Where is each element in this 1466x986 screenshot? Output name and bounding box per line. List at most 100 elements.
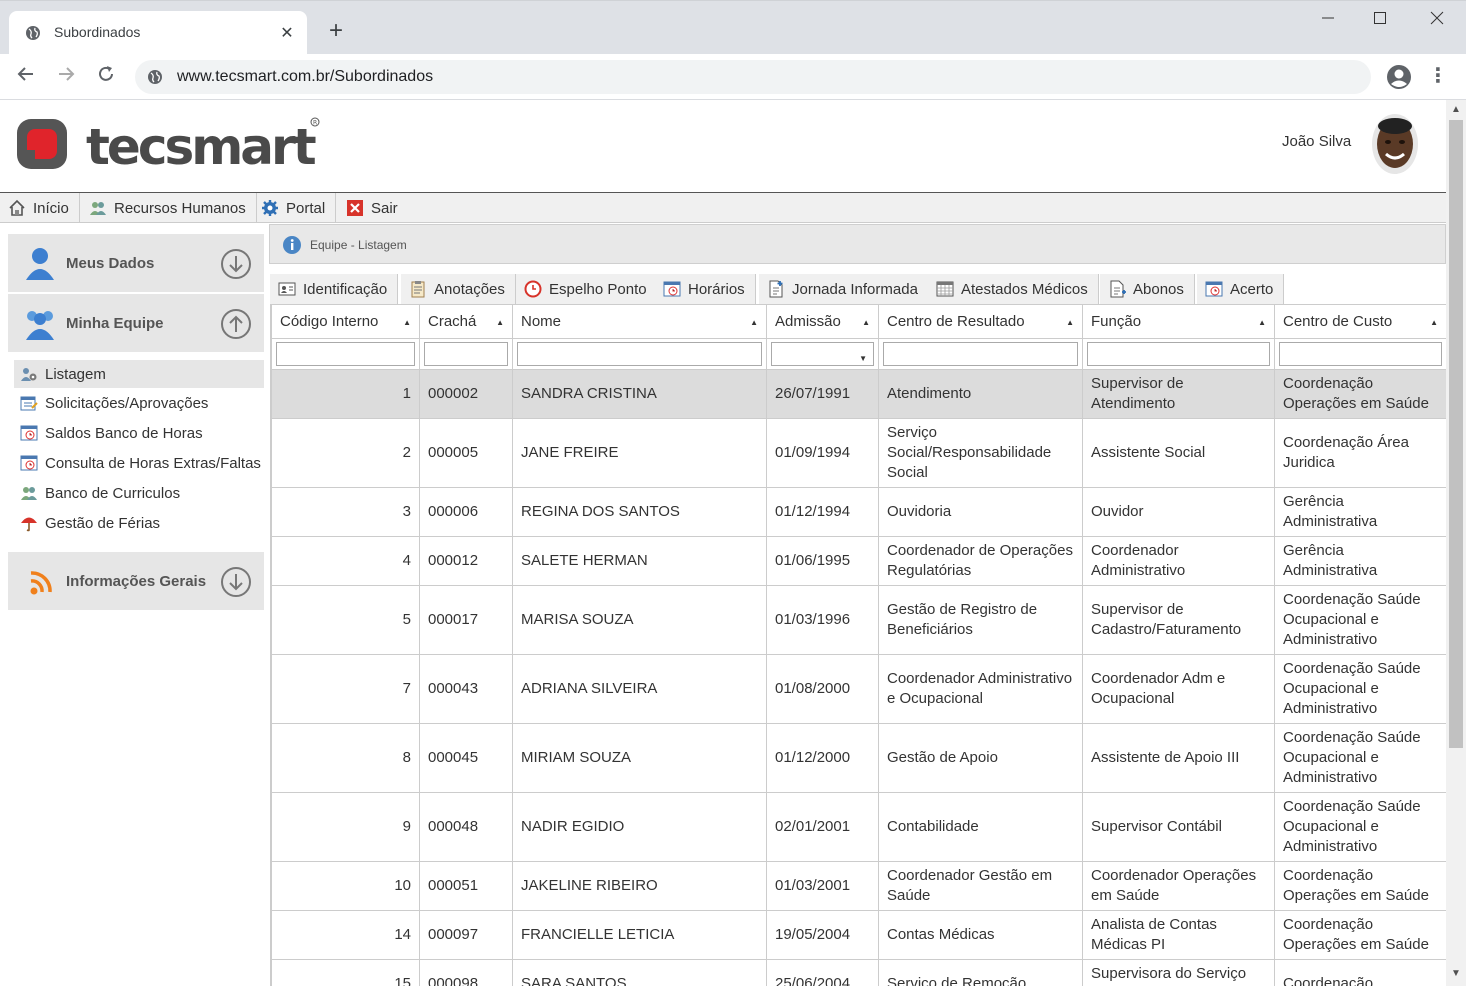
column-header-centro-custo[interactable]: Centro de Custo ▲ (1274, 304, 1446, 339)
filter-centro-custo-input[interactable] (1279, 342, 1442, 366)
table-row[interactable]: 7 000043 ADRIANA SILVEIRA 01/08/2000 Coorden… (271, 654, 1446, 724)
cell-codigo-interno: 3 (271, 487, 420, 537)
accordion-informacoes-gerais[interactable]: Informações Gerais (8, 552, 264, 610)
sidebar-item-saldos-banco-horas[interactable]: Saldos Banco de Horas (8, 418, 264, 448)
sidebar-item-listagem[interactable]: Listagem (14, 360, 264, 388)
column-header-nome[interactable]: Nome ▲ (512, 304, 767, 339)
espelho-ponto-button[interactable]: Espelho Ponto (516, 274, 658, 304)
sort-asc-icon[interactable]: ▲ (496, 318, 504, 327)
anotacoes-button[interactable]: Anotações (401, 274, 516, 304)
table-row[interactable]: 8 000045 MIRIAM SOUZA 01/12/2000 Gestão de A… (271, 723, 1446, 793)
filter-cell (271, 338, 420, 370)
column-header-label: Nome (521, 313, 562, 330)
forward-arrow-icon[interactable] (53, 64, 79, 90)
url-text: www.tecsmart.com.br/Subordinados (177, 68, 434, 85)
sort-asc-icon[interactable]: ▲ (1066, 318, 1074, 327)
scroll-up-icon[interactable]: ▲ (1451, 104, 1461, 115)
calendar-edit-icon (20, 396, 38, 411)
filter-cracha-input[interactable] (424, 342, 508, 366)
tab-close-icon[interactable]: ✕ (277, 23, 297, 43)
arrow-down-circle-icon[interactable] (220, 566, 252, 598)
filter-funcao-input[interactable] (1087, 342, 1270, 366)
browser-tab[interactable]: Subordinados ✕ (9, 11, 307, 55)
sidebar-item-gestao-ferias[interactable]: Gestão de Férias (8, 508, 264, 538)
sort-asc-icon[interactable]: ▲ (1430, 318, 1438, 327)
table-row[interactable]: 3 000006 REGINA DOS SANTOS 01/12/1994 Ouvido… (271, 487, 1446, 537)
atestados-medicos-button[interactable]: Atestados Médicos (928, 274, 1099, 304)
sort-asc-icon[interactable]: ▲ (403, 318, 411, 327)
cell-funcao: Coordenador Operações em Saúde (1082, 861, 1275, 911)
sort-asc-icon[interactable]: ▲ (1258, 318, 1266, 327)
menu-portal[interactable]: Portal (253, 193, 337, 223)
accordion-minha-equipe[interactable]: Minha Equipe (8, 294, 264, 352)
filter-cell: ▼ (766, 338, 879, 370)
column-header-centro-resultado[interactable]: Centro de Resultado ▲ (878, 304, 1083, 339)
window-minimize-button[interactable] (1316, 11, 1340, 31)
new-tab-button[interactable]: + (323, 19, 349, 43)
cell-centro-resultado: Coordenador de Operações Regulatórias (878, 536, 1083, 586)
table-row[interactable]: 5 000017 MARISA SOUZA 01/03/1996 Gestão de R… (271, 585, 1446, 655)
cell-nome: MARISA SOUZA (512, 585, 767, 655)
page-scrollbar[interactable]: ▲ ▼ (1446, 100, 1466, 986)
arrow-down-circle-icon[interactable] (220, 248, 252, 280)
column-header-cracha[interactable]: Crachá ▲ (419, 304, 513, 339)
menu-recursos-humanos[interactable]: Recursos Humanos (81, 193, 257, 223)
reload-icon[interactable] (93, 64, 119, 90)
cell-centro-custo: Gerência Administrativa (1274, 536, 1446, 586)
cell-codigo-interno: 7 (271, 654, 420, 724)
sidebar-item-consulta-horas[interactable]: Consulta de Horas Extras/Faltas (8, 448, 264, 478)
window-close-button[interactable] (1425, 11, 1449, 31)
user-avatar[interactable] (1372, 114, 1418, 174)
acerto-button[interactable]: Acerto (1197, 274, 1285, 304)
cell-centro-custo: Coordenação (1274, 959, 1446, 986)
filter-centro-resultado-input[interactable] (883, 342, 1078, 366)
back-arrow-icon[interactable] (13, 64, 39, 90)
cell-admissao: 01/08/2000 (766, 654, 879, 724)
browser-toolbar: www.tecsmart.com.br/Subordinados ⋮ (0, 54, 1466, 100)
identificacao-button[interactable]: Identificação (270, 274, 399, 304)
sort-asc-icon[interactable]: ▲ (862, 318, 870, 327)
filter-codigo-interno-input[interactable] (276, 342, 415, 366)
table-row[interactable]: 4 000012 SALETE HERMAN 01/06/1995 Coordenado… (271, 536, 1446, 586)
kebab-menu-icon[interactable]: ⋮ (1428, 64, 1448, 90)
sidebar-item-label: Gestão de Férias (45, 514, 161, 532)
table-row[interactable]: 9 000048 NADIR EGIDIO 02/01/2001 Contabilida… (271, 792, 1446, 862)
people-icon (21, 487, 37, 500)
filter-nome-input[interactable] (517, 342, 762, 366)
sidebar-item-banco-curriculos[interactable]: Banco de Curriculos (8, 478, 264, 508)
site-info-icon[interactable] (147, 69, 163, 85)
column-header-admissao[interactable]: Admissão ▲ (766, 304, 879, 339)
scrollbar-thumb[interactable] (1449, 120, 1463, 748)
column-header-funcao[interactable]: Função ▲ (1082, 304, 1275, 339)
cell-codigo-interno: 9 (271, 792, 420, 862)
column-header-codigo-interno[interactable]: Código Interno ▲ (271, 304, 420, 339)
filter-cell (878, 338, 1083, 370)
chevron-down-icon[interactable]: ▼ (859, 349, 867, 369)
filter-admissao-input[interactable]: ▼ (771, 342, 874, 366)
cell-centro-custo: Coordenação Operações em Saúde (1274, 369, 1446, 419)
scroll-down-icon[interactable]: ▼ (1451, 968, 1461, 979)
table-row[interactable]: 14 000097 FRANCIELLE LETICIA 19/05/2004 Cont… (271, 910, 1446, 960)
user-name[interactable]: João Silva (1282, 133, 1351, 150)
horarios-button[interactable]: Horários (655, 274, 756, 304)
menu-sair[interactable]: Sair (338, 193, 408, 223)
sidebar-item-solicitacoes[interactable]: Solicitações/Aprovações (8, 388, 264, 418)
cell-centro-resultado: Serviço de Remoção (878, 959, 1083, 986)
table-row[interactable]: 10 000051 JAKELINE RIBEIRO 01/03/2001 Coorde… (271, 861, 1446, 911)
address-bar[interactable]: www.tecsmart.com.br/Subordinados (135, 60, 1371, 94)
menu-inicio[interactable]: Início (0, 193, 80, 223)
table-row[interactable]: 1 000002 SANDRA CRISTINA 26/07/1991 Atendime… (271, 369, 1446, 419)
cell-centro-custo: Coordenação Operações em Saúde (1274, 910, 1446, 960)
profile-icon[interactable] (1386, 64, 1412, 90)
action-toolbar: Identificação Anotações Espelho Ponto Ho… (270, 274, 1446, 304)
table-row[interactable]: 2 000005 JANE FREIRE 01/09/1994 Serviço Soci… (271, 418, 1446, 488)
arrow-up-circle-icon[interactable] (220, 308, 252, 340)
window-maximize-button[interactable] (1368, 11, 1392, 31)
jornada-informada-button[interactable]: Jornada Informada (759, 274, 929, 304)
abonos-label: Abonos (1133, 280, 1184, 298)
abonos-button[interactable]: Abonos (1100, 274, 1195, 304)
tecsmart-logo[interactable]: tecsmart R (16, 116, 326, 179)
sort-asc-icon[interactable]: ▲ (750, 318, 758, 327)
table-row[interactable]: 15 000098 SARA SANTOS 25/06/2004 Serviço de … (271, 959, 1446, 986)
accordion-meus-dados[interactable]: Meus Dados (8, 234, 264, 292)
